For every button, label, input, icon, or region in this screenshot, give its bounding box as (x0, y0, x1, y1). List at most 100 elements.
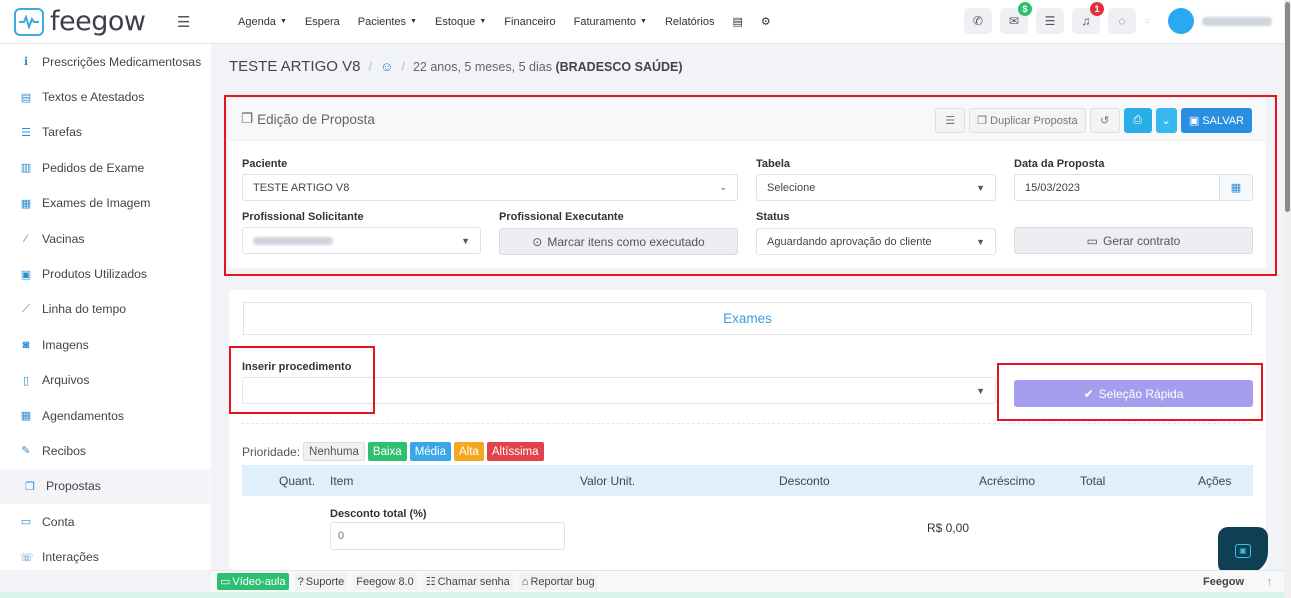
sidebar-item-conta[interactable]: ▭ Conta (0, 504, 211, 539)
file-icon: ▯ (22, 374, 30, 387)
col-quant: Quant. (279, 474, 316, 488)
sidebar-item-label: Propostas (46, 479, 101, 494)
top-nav: Agenda ▼ Espera Pacientes ▼ Estoque ▼ Finan… (229, 0, 780, 44)
sidebar-item-label: Recibos (42, 443, 87, 458)
nav-espera[interactable]: Espera (296, 0, 349, 44)
sidebar-item-label: Pedidos de Exame (42, 160, 145, 175)
caret-down-icon: ▼ (640, 18, 647, 25)
sidebar-item-label: Arquivos (42, 373, 90, 388)
sidebar-item-vacinas[interactable]: ⁄ Vacinas (0, 221, 211, 256)
highlight-insert (229, 346, 375, 414)
database-icon[interactable]: ▤ (724, 0, 752, 44)
total-value: R$ 0,00 (927, 521, 970, 535)
sidebar-item-label: Produtos Utilizados (42, 267, 147, 282)
highlight-quick-select (997, 363, 1263, 421)
sidebar-item-arquivos[interactable]: ▯ Arquivos (0, 363, 211, 398)
version-label: Feegow 8.0 (353, 573, 417, 590)
sidebar-item-pedidos-de-exame[interactable]: ▥ Pedidos de Exame (0, 150, 211, 185)
sidebar-item-prescricoes-medicamentosas[interactable]: ℹ Prescrições Medicamentosas (0, 44, 211, 79)
top-bar: feegow ☰ Agenda ▼ Espera Pacientes ▼ Estoq… (0, 0, 1284, 44)
priority-low[interactable]: Baixa (367, 442, 407, 461)
sidebar-item-label: Interações (42, 550, 99, 565)
discount-input[interactable]: 0 (330, 522, 565, 550)
sidebar-item-textos-e-atestados[interactable]: ▤ Textos e Atestados (0, 79, 211, 114)
sidebar-item-imagens[interactable]: ◙ Imagens (0, 327, 211, 362)
pills-icon: ℹ (23, 56, 29, 69)
tab-exames[interactable]: Exames (243, 302, 1252, 335)
breadcrumb: TESTE ARTIGO V8 / ☺ / 22 anos, 5 meses, … (229, 58, 683, 75)
report-bug-button[interactable]: ⌂ Reportar bug (518, 573, 598, 590)
sidebar: ℹ Prescrições Medicamentosas ▤ Textos e Ate… (0, 44, 211, 570)
patient-name[interactable]: TESTE ARTIGO V8 (229, 58, 360, 75)
gear-icon[interactable]: ⚙ (752, 0, 780, 44)
sidebar-item-interacoes[interactable]: ☏ Interações (0, 539, 211, 574)
avatar[interactable] (1168, 8, 1194, 34)
priority-none[interactable]: Nenhuma (303, 442, 365, 461)
phone-icon[interactable]: ✆ (963, 8, 992, 34)
sidebar-item-label: Agendamentos (42, 408, 124, 423)
divider (241, 423, 1251, 424)
support-button[interactable]: ? Suporte (294, 573, 348, 590)
discount-label: Desconto total (%) (330, 508, 427, 520)
scrollbar-thumb[interactable] (1285, 2, 1290, 212)
caret-down-icon: ▼ (410, 18, 417, 25)
priority-medium[interactable]: Média (409, 442, 452, 461)
menu-toggle-icon[interactable]: ☰ (177, 13, 190, 31)
footer-brand: Feegow (1203, 575, 1244, 588)
col-addition: Acréscimo (979, 474, 1036, 488)
col-item: Item (330, 474, 354, 488)
person-icon[interactable]: ☺ (380, 59, 393, 74)
sidebar-item-propostas[interactable]: ❐ Propostas (0, 468, 211, 505)
chat-icon[interactable]: ◌ (1107, 8, 1136, 34)
sidebar-item-recibos[interactable]: ✎ Recibos (0, 433, 211, 468)
sidebar-item-label: Exames de Imagem (42, 196, 151, 211)
edit-icon: ✎ (21, 445, 31, 458)
nav-faturamento[interactable]: Faturamento ▼ (565, 0, 656, 44)
sidebar-item-exames-de-imagem[interactable]: ▦ Exames de Imagem (0, 186, 211, 221)
phone-icon: ☏ (20, 551, 34, 564)
document-icon: ▤ (20, 91, 32, 104)
nav-financeiro[interactable]: Financeiro (495, 0, 564, 44)
col-actions: Ações (1198, 474, 1232, 488)
bell-icon[interactable]: ♫ 1 (1071, 2, 1104, 34)
money-badge: $ (1017, 2, 1032, 16)
caret-down-icon: ▼ (976, 385, 985, 396)
syringe-icon: ⁄ (25, 232, 27, 245)
col-discount: Desconto (779, 474, 830, 488)
nav-agenda[interactable]: Agenda ▼ (229, 0, 296, 44)
col-total: Total (1080, 474, 1106, 488)
pulse-icon (14, 7, 44, 36)
user-name-redacted (1202, 16, 1272, 26)
camera-icon: ◙ (22, 338, 30, 351)
floating-action-button[interactable]: ▣ (1218, 527, 1268, 574)
calendar-icon: ▦ (20, 410, 32, 423)
inbox-icon[interactable]: ✉ $ (999, 2, 1032, 34)
nav-pacientes[interactable]: Pacientes ▼ (349, 0, 426, 44)
sidebar-item-agendamentos[interactable]: ▦ Agendamentos (0, 398, 211, 433)
col-unit-value: Valor Unit. (580, 474, 636, 488)
priority-highest[interactable]: Altíssima (486, 442, 544, 461)
brand-name: feegow (50, 6, 146, 37)
call-password-button[interactable]: ☷ Chamar senha (422, 573, 513, 590)
status-dot-icon: ○ (1143, 15, 1150, 27)
flask-icon: ▥ (20, 162, 32, 175)
priority-high[interactable]: Alta (454, 442, 484, 461)
users-icon: ☷ (425, 576, 436, 588)
list-icon[interactable]: ☰ (1035, 8, 1064, 34)
sidebar-item-tarefas[interactable]: ☰ Tarefas (0, 115, 211, 150)
video-icon: ▭ (220, 576, 231, 588)
sidebar-item-produtos-utilizados[interactable]: ▣ Produtos Utilizados (0, 256, 211, 291)
nav-estoque[interactable]: Estoque ▼ (426, 0, 495, 44)
top-actions: ✆ ✉ $ ☰ ♫ 1 ◌ ○ (963, 2, 1272, 34)
timeline-icon: ⟋ (22, 302, 30, 315)
arrow-up-icon[interactable]: ↑ (1267, 576, 1273, 588)
copy-icon: ❐ (25, 480, 35, 493)
help-icon: ? (297, 575, 304, 588)
sidebar-item-label: Linha do tempo (42, 302, 127, 317)
nav-relatorios[interactable]: Relatórios (656, 0, 724, 44)
highlight-proposal (224, 95, 1277, 276)
sidebar-item-label: Textos e Atestados (42, 90, 145, 105)
video-lesson-button[interactable]: ▭ Vídeo-aula (217, 573, 289, 590)
notification-badge: 1 (1089, 2, 1104, 16)
sidebar-item-linha-do-tempo[interactable]: ⟋ Linha do tempo (0, 292, 211, 327)
